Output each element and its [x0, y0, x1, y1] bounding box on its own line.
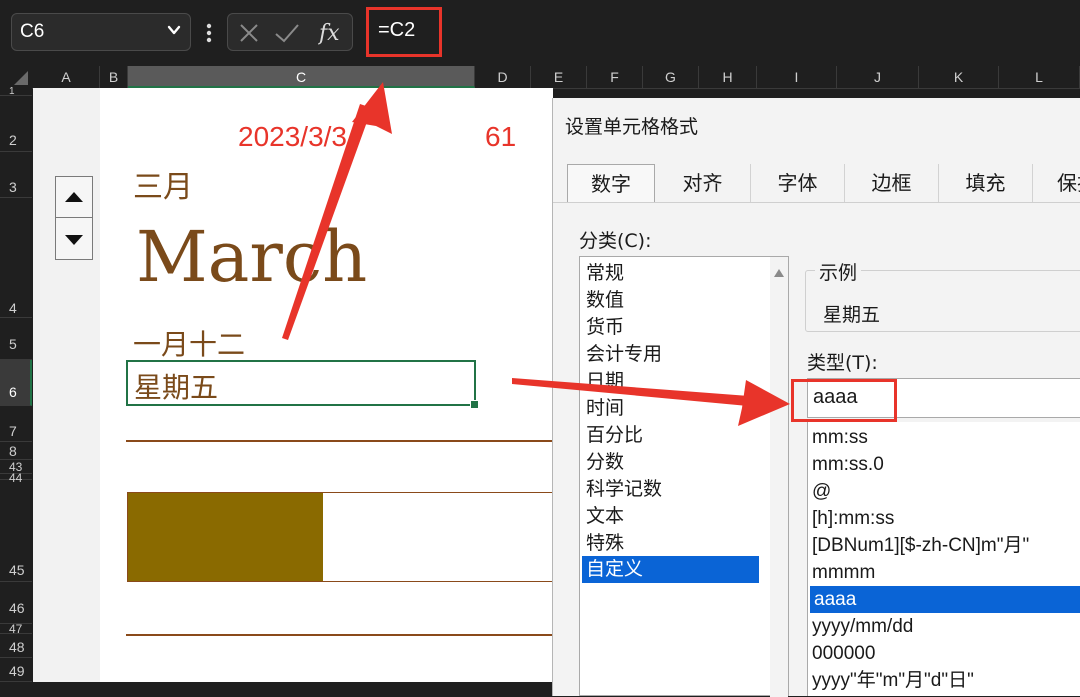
category-item[interactable]: 日期 [586, 368, 756, 395]
format-item[interactable]: yyyy"年"m"月"d"日" [812, 667, 1080, 694]
formula-input[interactable] [360, 13, 1080, 51]
svg-text:fx: fx [318, 21, 340, 46]
divider-line [126, 634, 553, 636]
row-header[interactable]: 3 [0, 152, 32, 198]
row-header[interactable]: 1 [0, 87, 32, 97]
category-item[interactable]: 科学记数 [586, 476, 756, 503]
format-item[interactable]: [DBNum1][$-zh-CN]m"月" [812, 532, 1080, 559]
column-a-fill [33, 88, 100, 658]
type-label: 类型(T): [807, 352, 878, 374]
divider-line [126, 440, 553, 442]
category-item-selected[interactable]: 自定义 [582, 556, 759, 583]
category-item[interactable]: 货币 [586, 314, 756, 341]
format-item[interactable]: mm:ss [812, 424, 1080, 451]
tab-fill[interactable]: 填充 [939, 164, 1033, 202]
annotation-box-type [791, 379, 897, 422]
lunar-date-cell[interactable]: 一月十二 [133, 323, 245, 363]
row-header[interactable]: 49 [0, 658, 32, 682]
format-item[interactable]: 000000 [812, 640, 1080, 667]
category-item[interactable]: 常规 [586, 260, 756, 287]
column-header-a[interactable]: A [33, 66, 100, 88]
row-header-selected[interactable]: 6 [0, 360, 32, 406]
column-header-k[interactable]: K [919, 66, 999, 88]
category-item[interactable]: 分数 [586, 449, 756, 476]
column-header-j[interactable]: J [837, 66, 919, 88]
month-cn-cell[interactable]: 三月 [133, 162, 193, 206]
more-options-icon[interactable] [203, 20, 215, 46]
row-header[interactable]: 45 [0, 480, 32, 582]
category-label: 分类(C): [579, 230, 652, 252]
format-item-selected[interactable]: aaaa [810, 586, 1080, 613]
format-item[interactable]: mmmm [812, 559, 1080, 586]
column-header-b[interactable]: B [100, 66, 128, 88]
annotation-box-formula [366, 7, 442, 57]
chevron-down-icon[interactable] [166, 22, 182, 38]
row-headers: 1 2 3 4 5 6 7 8 43 44 45 46 47 48 49 [0, 87, 32, 696]
row-header[interactable]: 8 [0, 442, 32, 460]
name-box-value: C6 [20, 21, 45, 42]
column-headers: A B C D E F G H I J K L [0, 66, 1080, 89]
days-cell[interactable]: 61 [485, 121, 516, 153]
scroll-up-icon[interactable] [774, 269, 784, 277]
category-item[interactable]: 数值 [586, 287, 756, 314]
tab-divider [553, 202, 1080, 203]
sample-value: 星期五 [823, 304, 881, 326]
dialog-title: 设置单元格格式 [565, 116, 699, 138]
category-item[interactable]: 文本 [586, 503, 756, 530]
sample-label: 示例 [815, 258, 862, 285]
enter-check-icon[interactable] [274, 22, 300, 44]
tab-protection[interactable]: 保护 [1033, 164, 1080, 202]
column-header-d[interactable]: D [475, 66, 531, 88]
date-cell[interactable]: 2023/3/3 [238, 121, 347, 153]
format-list[interactable]: mm:ss mm:ss.0 @ [h]:mm:ss [DBNum1][$-zh-… [807, 422, 1080, 696]
row-header[interactable]: 46 [0, 582, 32, 624]
progress-bar [127, 492, 553, 582]
tab-border[interactable]: 边框 [845, 164, 939, 202]
tab-number[interactable]: 数字 [567, 164, 655, 202]
column-header-i[interactable]: I [757, 66, 837, 88]
format-item[interactable]: mm:ss.0 [812, 451, 1080, 478]
category-scrollbar[interactable] [770, 257, 788, 697]
tab-alignment[interactable]: 对齐 [655, 164, 751, 202]
row-header[interactable]: 47 [0, 623, 32, 635]
column-header-c[interactable]: C [128, 66, 475, 88]
row-header[interactable]: 2 [0, 96, 32, 152]
format-item[interactable]: [h]:mm:ss [812, 505, 1080, 532]
column-header-f[interactable]: F [587, 66, 643, 88]
column-header-g[interactable]: G [643, 66, 699, 88]
name-box[interactable]: C6 [11, 13, 191, 51]
cancel-icon[interactable] [238, 22, 260, 44]
active-cell-c6[interactable]: 星期五 [126, 360, 479, 409]
category-item[interactable]: 特殊 [586, 530, 756, 557]
formula-buttons: fx [227, 13, 353, 51]
arrow-down-icon[interactable] [64, 233, 84, 247]
column-header-h[interactable]: H [699, 66, 757, 88]
column-header-e[interactable]: E [531, 66, 587, 88]
spin-button[interactable] [55, 176, 93, 260]
tab-font[interactable]: 字体 [751, 164, 845, 202]
weekday-cell: 星期五 [134, 371, 219, 404]
select-all-icon[interactable] [14, 71, 28, 85]
category-item[interactable]: 时间 [586, 395, 756, 422]
column-header-l[interactable]: L [999, 66, 1080, 88]
progress-fill [128, 493, 323, 581]
row-header[interactable]: 7 [0, 406, 32, 442]
formula-bar: C6 fx =C2 [0, 0, 1080, 66]
row-header[interactable]: 5 [0, 318, 32, 360]
format-item[interactable]: yyyy/mm/dd [812, 613, 1080, 640]
category-list[interactable]: 常规 数值 货币 会计专用 日期 时间 百分比 分数 科学记数 文本 特殊 自定… [579, 256, 789, 697]
column-a-fill [33, 658, 100, 682]
insert-function-icon[interactable]: fx [318, 18, 346, 46]
row-header[interactable]: 48 [0, 634, 32, 658]
row-header[interactable]: 4 [0, 198, 32, 318]
worksheet[interactable]: 2023/3/3 61 三月 March 一月十二 星期五 [33, 88, 553, 682]
format-cells-dialog: 设置单元格格式 数字 对齐 字体 边框 填充 保护 分类(C): 常规 数值 货… [552, 98, 1080, 697]
fill-handle[interactable] [470, 400, 479, 409]
format-item[interactable]: @ [812, 478, 1080, 505]
category-item[interactable]: 会计专用 [586, 341, 756, 368]
category-item[interactable]: 百分比 [586, 422, 756, 449]
month-en-cell[interactable]: March [136, 216, 367, 298]
arrow-up-icon[interactable] [64, 190, 84, 204]
